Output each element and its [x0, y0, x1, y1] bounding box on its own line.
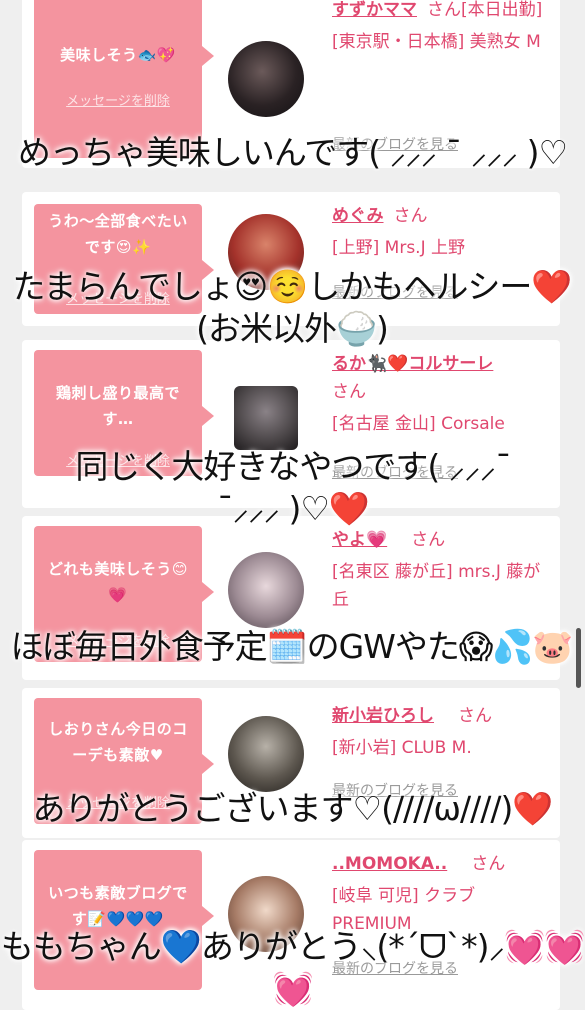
message-text: うわ〜全部食べたいです😍✨ — [48, 212, 188, 256]
sender-info: すずかママ さん[本日出勤] [東京駅・日本橋] 美熟女 M — [332, 0, 548, 56]
sender-name[interactable]: ..MOMOKA.. — [332, 854, 447, 874]
delete-message-link[interactable]: メッセージを削除 — [34, 90, 202, 109]
sender-name[interactable]: すずかママ — [332, 0, 417, 20]
avatar[interactable] — [234, 386, 298, 450]
sender-suffix: さん — [458, 706, 492, 726]
sender-name[interactable]: るか🐈‍⬛❤️コルサーレ — [332, 350, 548, 378]
store-link[interactable]: [新小岩] CLUB M. — [332, 734, 548, 762]
avatar[interactable] — [228, 552, 304, 628]
avatar[interactable] — [228, 716, 304, 792]
sender-info: めぐみ さん [上野] Mrs.J 上野 — [332, 202, 548, 262]
sender-suffix: さん — [393, 206, 428, 226]
sender-info: るか🐈‍⬛❤️コルサーレ さん [名古屋 金山] Corsale — [332, 350, 548, 438]
sender-name[interactable]: めぐみ — [332, 206, 384, 226]
reply-comment: ももちゃん💙ありがとう⸜(*´ᗜ`*)⸝💓💓💓 — [0, 927, 585, 1008]
store-link[interactable]: [東京駅・日本橋] 美熟女 M — [332, 28, 548, 56]
sender-name[interactable]: 新小岩ひろし — [332, 706, 434, 726]
reply-comment: めっちゃ美味しいんです( ⸝⸝⸝ ¯ ⸝⸝⸝ )♡ — [17, 133, 568, 172]
sender-name[interactable]: やよ💗 — [332, 530, 387, 550]
message-text: 美味しそう🐟💖 — [60, 46, 176, 64]
reply-comment: たまらんでしょ😍☺️しかもヘルシー❤️(お米以外🍚) — [12, 267, 573, 348]
reply-comment: 同じく大好きなやつです( ⸝⸝⸝¯ ¯⸝⸝⸝ )♡❤️ — [75, 447, 511, 528]
sender-suffix: さん[本日出勤] — [427, 0, 543, 20]
message-text: しおりさん今日のコーデも素敵♥ — [48, 720, 188, 764]
reply-comment: ほぼ毎日外食予定🗓️のGWやた😱💦🐷 — [10, 627, 574, 666]
scrollbar[interactable] — [576, 628, 581, 688]
avatar[interactable] — [228, 41, 304, 117]
message-text: どれも美味しそう😊💗 — [47, 560, 189, 604]
store-link[interactable]: [上野] Mrs.J 上野 — [332, 234, 548, 262]
store-link[interactable]: [名古屋 金山] Corsale — [332, 410, 548, 438]
sender-suffix: さん — [471, 854, 506, 874]
message-text: 鶏刺し盛り最高です… — [55, 384, 180, 428]
sender-suffix: さん — [332, 382, 366, 402]
sender-suffix: さん — [411, 530, 446, 550]
sender-info: ..MOMOKA.. さん [岐阜 可児] クラブ PREMIUM — [332, 850, 548, 938]
store-link[interactable]: [名東区 藤が丘] mrs.J 藤が丘 — [332, 558, 548, 614]
sender-info: やよ💗 さん [名東区 藤が丘] mrs.J 藤が丘 — [332, 526, 548, 614]
sender-info: 新小岩ひろし さん [新小岩] CLUB M. — [332, 702, 548, 762]
reply-comment: ありがとうございます♡(////ω////)❤️ — [32, 789, 553, 828]
message-text: いつも素敵ブログです📝💙💙💙 — [48, 884, 188, 928]
